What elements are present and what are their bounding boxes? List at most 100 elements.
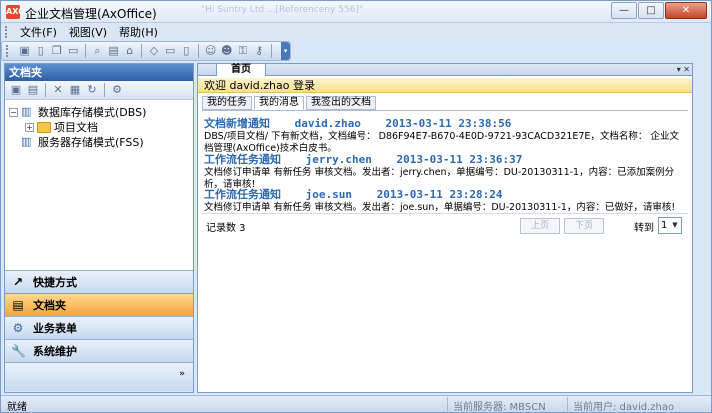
tab-checked-out-docs[interactable]: 我签出的文档	[306, 96, 376, 110]
maximize-button[interactable]: □	[638, 2, 664, 19]
document-area: 首页 ▾ ✕ 欢迎 david.zhao 登录 我的任务 我的消息 我签出的文档…	[197, 63, 693, 393]
document-tab-strip: 首页 ▾ ✕	[198, 63, 692, 76]
status-user: 当前用户: david.zhao	[573, 402, 675, 413]
toolbar-grip-icon	[6, 45, 9, 57]
menu-view[interactable]: 视图(V)	[63, 24, 113, 40]
navigation-pane: ↗ 快捷方式 ▤ 文档夹 ⚙ 业务表单 🔧 系统维护 »	[5, 270, 193, 392]
user-icon[interactable]: ☺	[204, 44, 217, 58]
toolbar-separator	[84, 44, 86, 58]
key-icon[interactable]: ⚷	[253, 44, 266, 58]
tree-node-fss[interactable]: ▥ 服务器存储模式(FSS)	[21, 134, 144, 150]
page-select-value: 1	[661, 220, 668, 231]
folder-panel: 文档夹 ▣ ▤ ✕ ▦ ↻ ⚙ − ▥ 数据库存储模式(DBS) + 项目文档 …	[4, 63, 194, 393]
message-time: 2013-03-11 23:36:37	[396, 153, 523, 166]
welcome-banner: 欢迎 david.zhao 登录	[198, 78, 692, 93]
nav-label: 业务表单	[33, 322, 77, 335]
open-folder-icon[interactable]: ▣	[9, 83, 23, 97]
status-server: 当前服务器: MBSCN	[453, 402, 546, 413]
toolbar-separator	[45, 83, 46, 97]
chevron-down-icon: ▼	[672, 221, 678, 229]
new-folder-icon[interactable]: ▤	[26, 83, 40, 97]
expand-icon[interactable]: +	[25, 122, 34, 132]
toolbar-separator	[270, 44, 272, 58]
toolbar-separator	[141, 44, 143, 58]
list-item: 工作流任务通知 jerry.chen 2013-03-11 23:36:37 文…	[204, 151, 686, 191]
tree-node-label: 项目文档	[54, 121, 98, 134]
toolbar-separator	[104, 83, 105, 97]
status-bar: 就绪 当前服务器: MBSCN 当前用户: david.zhao	[1, 395, 711, 413]
main-toolbar: ▣ ▯ ❐ ▭ ⌕ ▤ ⌂ ◇ ▭ ▯ ☺ ☻ ⚿ ⚷ ? ▾	[1, 41, 291, 61]
save-icon[interactable]: ▤	[107, 44, 120, 58]
app-logo-icon: AXO	[6, 5, 25, 19]
diamond-icon[interactable]: ◇	[147, 44, 160, 58]
settings-icon[interactable]: ⚙	[110, 83, 124, 97]
new-doc-icon[interactable]: ▯	[34, 44, 47, 58]
toolbar-separator	[198, 44, 199, 58]
copy-icon[interactable]: ❐	[50, 44, 63, 58]
list-item: 文档新增通知 david.zhao 2013-03-11 23:38:56 DB…	[204, 115, 686, 155]
gear-icon: ⚙	[12, 321, 24, 335]
title-bar: AXO 企业文档管理(AxOffice) "Hi Suntry Ltd ...[…	[1, 1, 711, 23]
lock-icon[interactable]: ⚿	[236, 44, 249, 58]
folder-panel-title: 文档夹	[5, 64, 193, 81]
pagination: 记录数 3 上页 下页 转到 1 ▼	[202, 215, 688, 237]
tree-node-dbs[interactable]: − ▥ 数据库存储模式(DBS)	[9, 104, 146, 120]
tree-node-project-docs[interactable]: + 项目文档	[25, 119, 98, 135]
tab-home[interactable]: 首页	[216, 63, 266, 76]
message-header[interactable]: 工作流任务通知 joe.sun 2013-03-11 23:28:24	[204, 186, 686, 202]
nav-label: 系统维护	[33, 345, 77, 358]
message-header[interactable]: 工作流任务通知 jerry.chen 2013-03-11 23:36:37	[204, 151, 686, 167]
users-icon[interactable]: ☻	[220, 44, 233, 58]
chevron-down-icon[interactable]: »	[179, 369, 185, 379]
message-user: jerry.chen	[305, 153, 372, 166]
menu-file[interactable]: 文件(F)	[14, 24, 63, 40]
message-time: 2013-03-11 23:28:24	[376, 188, 503, 201]
folder-icon	[37, 121, 51, 133]
message-header[interactable]: 文档新增通知 david.zhao 2013-03-11 23:38:56	[204, 115, 686, 131]
folders-icon: ▤	[12, 298, 24, 312]
page-select[interactable]: 1 ▼	[658, 217, 682, 234]
nav-shortcuts[interactable]: ↗ 快捷方式	[5, 270, 193, 293]
window-title: 企业文档管理(AxOffice)	[25, 7, 157, 21]
record-count: 记录数 3	[206, 223, 246, 234]
server-icon: ▥	[21, 135, 32, 148]
minimize-button[interactable]: —	[611, 2, 637, 19]
nav-label: 快捷方式	[33, 276, 77, 289]
delete-icon[interactable]: ✕	[51, 83, 65, 97]
wrench-icon: 🔧	[11, 344, 26, 358]
doc-icon[interactable]: ▭	[67, 44, 80, 58]
collapse-icon[interactable]: −	[9, 107, 18, 117]
refresh-icon[interactable]: ↻	[85, 83, 99, 97]
close-button[interactable]: ✕	[665, 2, 707, 19]
message-user: joe.sun	[305, 188, 352, 201]
nav-folders[interactable]: ▤ 文档夹	[5, 293, 193, 316]
toolbar-overflow-button[interactable]: ▾	[281, 42, 290, 60]
nav-system-maintenance[interactable]: 🔧 系统维护	[5, 339, 193, 362]
shortcut-icon: ↗	[12, 275, 24, 289]
message-type: 工作流任务通知	[204, 153, 281, 166]
window-icon[interactable]: ▭	[164, 44, 177, 58]
status-separator	[567, 397, 568, 411]
folder-toolbar: ▣ ▤ ✕ ▦ ↻ ⚙	[5, 81, 193, 100]
tab-my-tasks[interactable]: 我的任务	[202, 96, 252, 110]
nav-label: 文档夹	[33, 299, 66, 312]
nav-business-forms[interactable]: ⚙ 业务表单	[5, 316, 193, 339]
properties-icon[interactable]: ▦	[68, 83, 82, 97]
tab-my-messages[interactable]: 我的消息	[254, 96, 304, 110]
menu-help[interactable]: 帮助(H)	[113, 24, 164, 40]
status-ready: 就绪	[7, 402, 27, 413]
subtab-bar: 我的任务 我的消息 我签出的文档	[202, 96, 376, 110]
nav-footer: »	[5, 362, 193, 391]
home-icon[interactable]: ⌂	[123, 44, 136, 58]
panel-icon[interactable]: ▯	[180, 44, 193, 58]
message-time: 2013-03-11 23:38:56	[385, 117, 512, 130]
folder-icon[interactable]: ▣	[18, 44, 31, 58]
ghost-text: "Hi Suntry Ltd ...[Referenceny 556]"	[201, 5, 364, 15]
tab-close-controls[interactable]: ▾ ✕	[677, 64, 690, 75]
message-type: 文档新增通知	[204, 117, 270, 130]
status-separator	[447, 397, 448, 411]
prev-page-button[interactable]: 上页	[520, 218, 560, 234]
preview-icon[interactable]: ⌕	[91, 44, 104, 58]
next-page-button[interactable]: 下页	[564, 218, 604, 234]
goto-label: 转到	[634, 223, 654, 234]
